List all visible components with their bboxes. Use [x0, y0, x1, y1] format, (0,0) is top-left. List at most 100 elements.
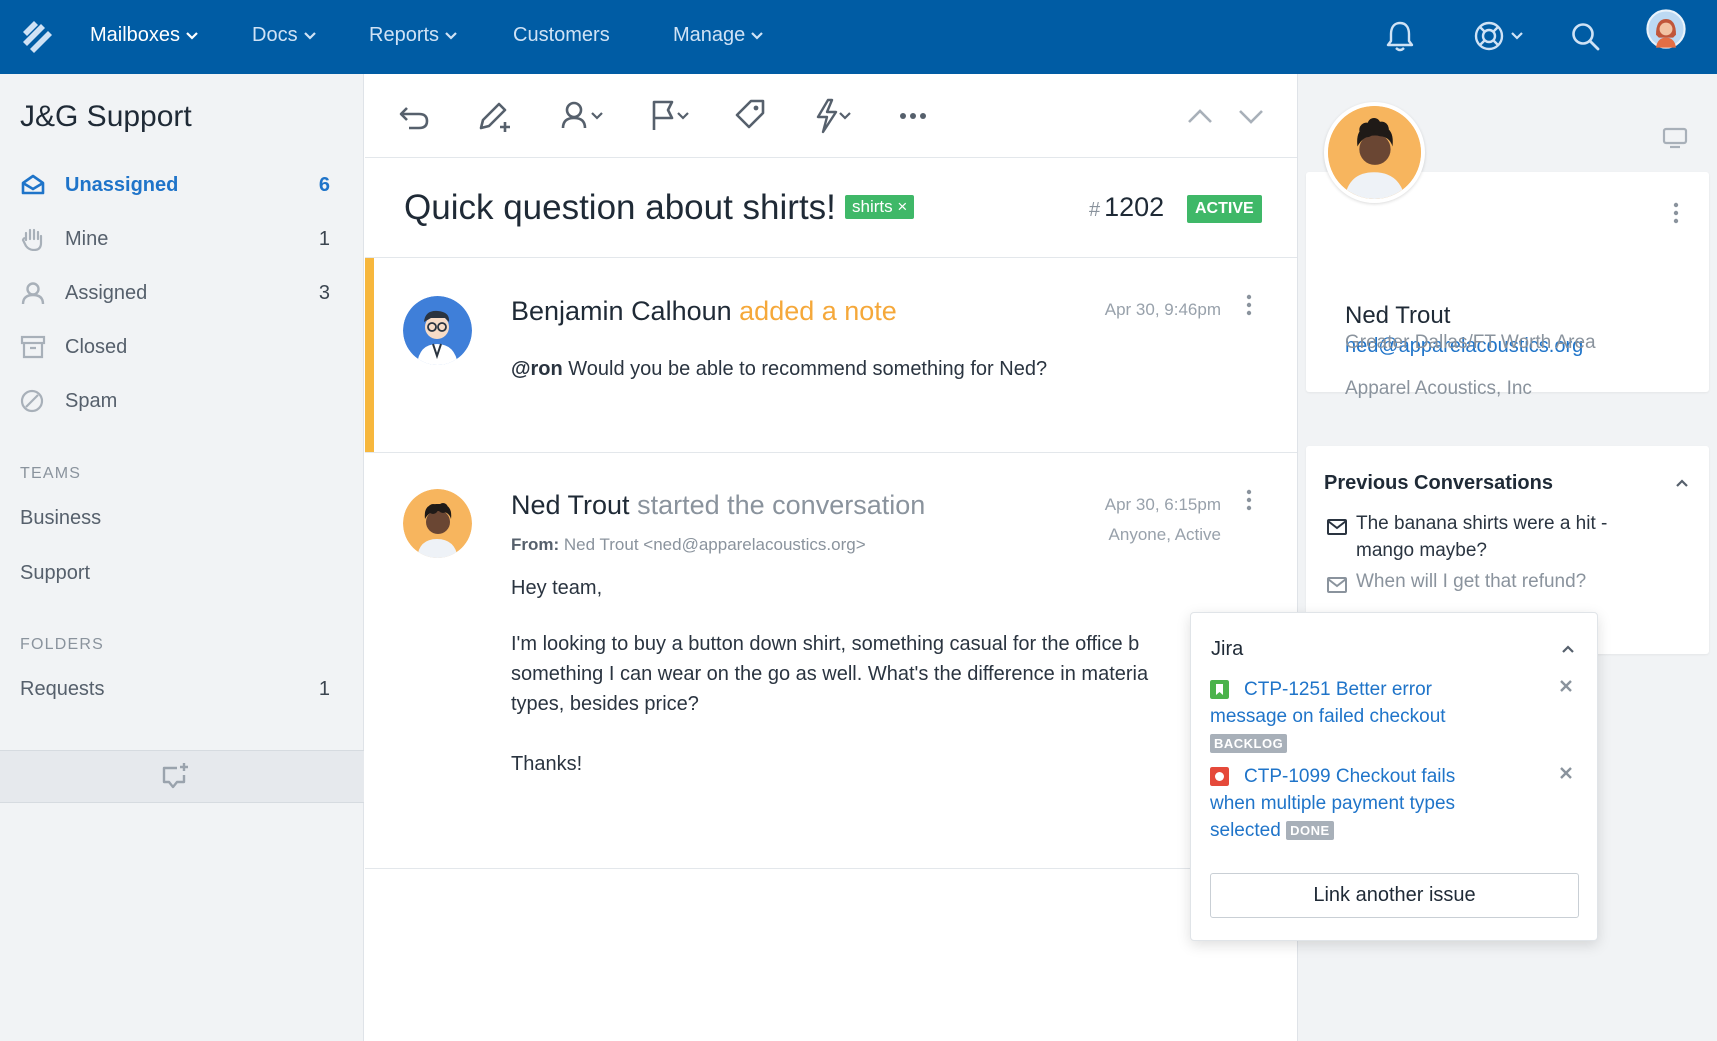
tag-badge[interactable]: shirts × — [845, 195, 915, 219]
note-text: Would you be able to recommend something… — [568, 358, 1048, 380]
tag-icon[interactable] — [733, 96, 769, 136]
previous-conversation-item[interactable]: When will I get that refund? — [1356, 568, 1586, 595]
folder-spam[interactable]: Spam — [20, 381, 330, 421]
customer-thread: Ned Trout started the conversation Apr 3… — [365, 453, 1297, 869]
number-hash: # — [1089, 199, 1101, 221]
jira-title: Jira — [1211, 638, 1244, 660]
message-line-2: something I can wear on the go as well. … — [511, 663, 1149, 685]
jira-issue[interactable]: CTP-1251 Better error message on failed … — [1210, 676, 1540, 757]
thread-timestamp: Apr 30, 9:46pm — [1104, 300, 1221, 319]
jira-issue-line: CTP-1099 Checkout fails — [1244, 766, 1456, 787]
nav-reports[interactable]: Reports — [369, 0, 457, 74]
customer-avatar — [1324, 102, 1425, 203]
link-another-issue-button[interactable]: Link another issue — [1210, 873, 1579, 918]
close-icon[interactable] — [1559, 766, 1573, 780]
logo-icon[interactable] — [20, 19, 52, 53]
conversation-number: #1202 — [1089, 192, 1164, 223]
folder-label: Spam — [65, 390, 118, 412]
mention[interactable]: @ron — [511, 358, 563, 380]
thread-action: added a note — [739, 296, 897, 326]
teams-heading: TEAMS — [20, 465, 82, 482]
nav-customers-label: Customers — [513, 24, 610, 46]
folder-label: Closed — [65, 336, 128, 358]
folder-count: 3 — [318, 282, 330, 304]
jira-issue-line: message on failed checkout — [1210, 706, 1446, 727]
help-icon[interactable] — [1472, 16, 1528, 56]
from-label: From: — [511, 535, 560, 554]
nav-docs[interactable]: Docs — [252, 0, 316, 74]
more-icon[interactable] — [896, 96, 930, 136]
assign-icon[interactable] — [560, 96, 608, 136]
chevron-down-icon — [303, 31, 316, 40]
chevron-down-icon — [751, 31, 764, 40]
envelope-icon — [1327, 577, 1347, 593]
folder-label: Requests — [20, 678, 105, 700]
note-indicator — [365, 258, 374, 452]
inbox-icon — [21, 174, 45, 195]
screen-icon[interactable] — [1662, 126, 1688, 150]
flag-icon[interactable] — [648, 96, 694, 136]
new-conversation-icon[interactable] — [160, 761, 190, 791]
customer-card: Ned Trout ned@apparelacoustics.org Appar… — [1306, 172, 1709, 399]
note-thread: Benjamin Calhoun added a note Apr 30, 9:… — [365, 258, 1297, 453]
user-avatar[interactable] — [1638, 9, 1694, 49]
chevron-down-icon — [186, 31, 198, 40]
mailbox-title: J&G Support — [20, 100, 192, 133]
conversation-pane: Quick question about shirts! shirts × #1… — [365, 74, 1297, 1041]
team-business[interactable]: Business — [20, 507, 330, 530]
subject-row: Quick question about shirts! shirts × #1… — [365, 158, 1297, 258]
spam-icon — [20, 389, 44, 413]
folder-mine[interactable]: Mine 1 — [20, 219, 330, 259]
customer-company: Apparel Acoustics, Inc — [1345, 378, 1532, 399]
thread-author: Ned Trout started the conversation — [511, 490, 925, 521]
previous-conversation-item[interactable]: The banana shirts were a hit - mango may… — [1356, 510, 1607, 564]
thread-action: started the conversation — [637, 490, 926, 520]
folder-label: Assigned — [65, 282, 148, 304]
jira-issue-line: when multiple payment types — [1210, 793, 1456, 814]
next-icon[interactable] — [1236, 96, 1266, 136]
search-icon[interactable] — [1569, 16, 1601, 56]
envelope-icon — [1327, 519, 1347, 535]
prev-icon[interactable] — [1185, 96, 1215, 136]
author-name[interactable]: Benjamin Calhoun — [511, 296, 732, 326]
avatar — [403, 489, 472, 558]
undo-icon[interactable] — [397, 96, 433, 136]
nav-customers[interactable]: Customers — [513, 0, 610, 74]
folder-label: Unassigned — [65, 174, 179, 196]
close-icon[interactable] — [1559, 679, 1573, 693]
from-line: From: Ned Trout <ned@apparelacoustics.or… — [511, 535, 866, 555]
team-support[interactable]: Support — [20, 562, 330, 585]
archive-icon — [20, 335, 46, 359]
status-badge[interactable]: ACTIVE — [1187, 195, 1262, 223]
collapse-icon[interactable] — [1561, 644, 1575, 654]
nav-mailboxes[interactable]: Mailboxes — [90, 0, 198, 74]
folder-assigned[interactable]: Assigned 3 — [20, 273, 330, 313]
folder-count: 6 — [318, 174, 330, 196]
thread-menu-icon[interactable] — [1246, 294, 1252, 316]
jira-issue[interactable]: CTP-1099 Checkout fails when multiple pa… — [1210, 763, 1540, 844]
customer-location: Greater Dallas/FT Worth Area — [1345, 332, 1596, 353]
customer-menu-icon[interactable] — [1673, 202, 1679, 224]
collapse-icon[interactable] — [1675, 478, 1689, 488]
conversation-subject[interactable]: Quick question about shirts! — [404, 188, 836, 228]
folder-closed[interactable]: Closed — [20, 327, 330, 367]
workflow-icon[interactable] — [810, 96, 856, 136]
previous-conversation-line: mango maybe? — [1356, 540, 1487, 561]
nav-manage-label: Manage — [673, 24, 746, 46]
jira-panel: Jira CTP-1251 Better error message on fa… — [1190, 612, 1598, 941]
add-note-icon[interactable] — [475, 96, 515, 136]
bell-icon[interactable] — [1383, 16, 1417, 56]
author-name[interactable]: Ned Trout — [511, 490, 630, 520]
thread-assignment: Anyone, Active — [1108, 525, 1221, 544]
jira-status-badge: BACKLOG — [1210, 734, 1288, 754]
person-icon — [21, 282, 45, 305]
sidebar-footer — [0, 750, 364, 803]
jira-issue-line: CTP-1251 Better error — [1244, 679, 1432, 700]
nav-manage[interactable]: Manage — [673, 0, 764, 74]
thread-author: Benjamin Calhoun added a note — [511, 296, 897, 327]
customer-name[interactable]: Ned Trout — [1345, 302, 1450, 330]
thread-menu-icon[interactable] — [1246, 489, 1252, 511]
folder-requests[interactable]: Requests 1 — [20, 678, 330, 701]
folder-unassigned[interactable]: Unassigned 6 — [20, 165, 330, 205]
nav-docs-label: Docs — [252, 24, 298, 46]
